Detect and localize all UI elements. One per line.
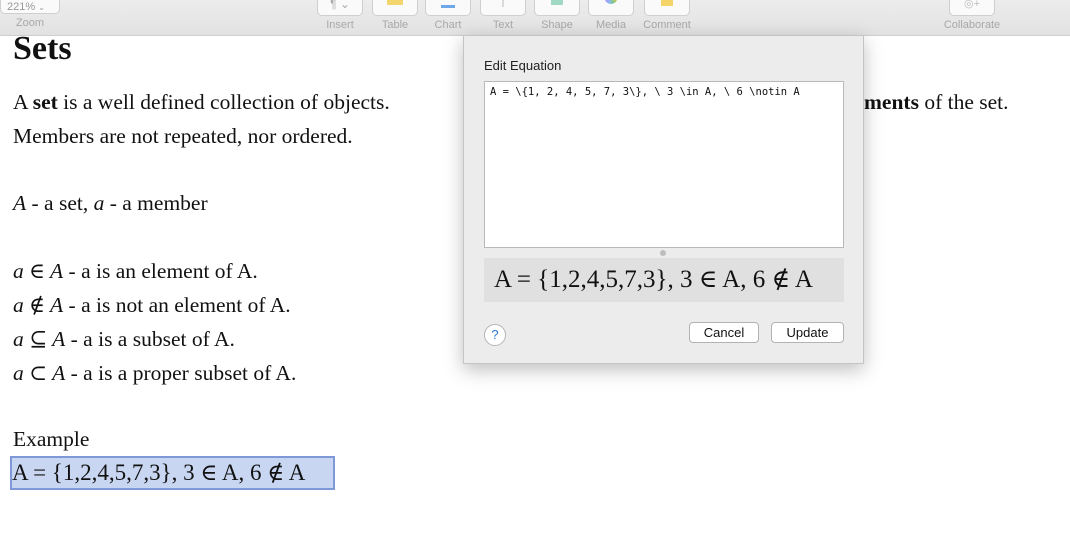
heading-sets: Sets — [13, 30, 72, 67]
chart-icon — [425, 0, 471, 16]
media-button[interactable]: Media — [581, 0, 641, 31]
equation: a ⊆ A — [13, 327, 66, 351]
toolbar: 221% ⌄ Zoom ¶ ⌄ Insert Table Chart Text … — [0, 0, 1070, 36]
notation-line: A - a set, a - a member — [13, 191, 208, 216]
text-run: - a set, — [26, 191, 94, 215]
update-button[interactable]: Update — [771, 322, 844, 343]
chart-label: Chart — [434, 19, 462, 31]
text-label: Text — [492, 19, 514, 31]
insert-button[interactable]: ¶ ⌄ Insert — [310, 0, 370, 31]
paragraph-definition: A set is a well defined collection of ob… — [13, 90, 390, 115]
edit-equation-dialog: Edit Equation A = \{1, 2, 4, 5, 7, 3\}, … — [463, 35, 864, 364]
example-equation: A = {1,2,4,5,7,3}, 3 ∈ A, 6 ∉ A — [12, 460, 306, 485]
paragraph-definition-tail: ments of the set. — [864, 90, 1009, 115]
text-run: A — [13, 90, 33, 114]
latex-input[interactable]: A = \{1, 2, 4, 5, 7, 3\}, \ 3 \in A, \ 6… — [484, 81, 844, 248]
text-run: - a is not an element of A. — [63, 293, 291, 317]
insert-label: Insert — [326, 19, 354, 31]
text-button[interactable]: Text — [473, 0, 533, 31]
zoom-dropdown[interactable]: 221% ⌄ — [0, 0, 60, 14]
selected-equation[interactable]: A = {1,2,4,5,7,3}, 3 ∈ A, 6 ∉ A — [10, 456, 335, 490]
shape-button[interactable]: Shape — [527, 0, 587, 31]
relation-proper-subset: a ⊂ A - a is a proper subset of A. — [13, 361, 296, 386]
collaborate-icon: ◎+ — [949, 0, 995, 16]
chevron-down-icon: ⌄ — [38, 3, 45, 12]
resize-handle[interactable] — [660, 250, 666, 256]
example-label: Example — [13, 427, 90, 451]
paragraph-members: Members are not repeated, nor ordered. — [13, 124, 353, 148]
shape-icon — [534, 0, 580, 16]
text-run: - a is an element of A. — [63, 259, 258, 283]
collaborate-label: Collaborate — [943, 19, 1001, 31]
equation: a ∉ A — [13, 293, 64, 317]
bold-term-set: set — [32, 90, 58, 114]
relation-not-element: a ∉ A - a is not an element of A. — [13, 293, 291, 318]
math-a: a — [93, 191, 105, 215]
equation: a ∈ A — [13, 259, 64, 283]
shape-label: Shape — [541, 19, 573, 31]
cancel-button[interactable]: Cancel — [689, 322, 759, 343]
dialog-title: Edit Equation — [484, 58, 562, 73]
text-run: - a is a subset of A. — [65, 327, 235, 351]
collaborate-button[interactable]: ◎+ Collaborate — [932, 0, 1012, 31]
math-A: A — [13, 191, 27, 215]
zoom-label: Zoom — [15, 17, 45, 29]
equation: a ⊂ A — [13, 361, 66, 385]
paragraph-icon: ¶ ⌄ — [317, 0, 363, 16]
table-button[interactable]: Table — [365, 0, 425, 31]
media-label: Media — [596, 19, 626, 31]
zoom-control[interactable]: 221% ⌄ Zoom — [0, 0, 60, 29]
relation-element: a ∈ A - a is an element of A. — [13, 259, 258, 284]
chart-button[interactable]: Chart — [418, 0, 478, 31]
comment-button[interactable]: Comment — [637, 0, 697, 31]
text-run: - a member — [104, 191, 208, 215]
text-run: - a is a proper subset of A. — [65, 361, 297, 385]
equation-preview: A = {1,2,4,5,7,3}, 3 ∈ A, 6 ∉ A — [484, 258, 844, 302]
table-icon — [372, 0, 418, 16]
text-run: of the set. — [918, 90, 1009, 114]
help-button[interactable]: ? — [484, 324, 506, 346]
comment-label: Comment — [643, 19, 691, 31]
zoom-value: 221% — [7, 1, 36, 13]
relation-subset: a ⊆ A - a is a subset of A. — [13, 327, 235, 352]
text-run: is a well defined collection of objects. — [57, 90, 390, 114]
text-icon — [480, 0, 526, 16]
media-icon — [588, 0, 634, 16]
comment-icon — [644, 0, 690, 16]
table-label: Table — [381, 19, 409, 31]
bold-term-elements: ments — [864, 90, 919, 114]
